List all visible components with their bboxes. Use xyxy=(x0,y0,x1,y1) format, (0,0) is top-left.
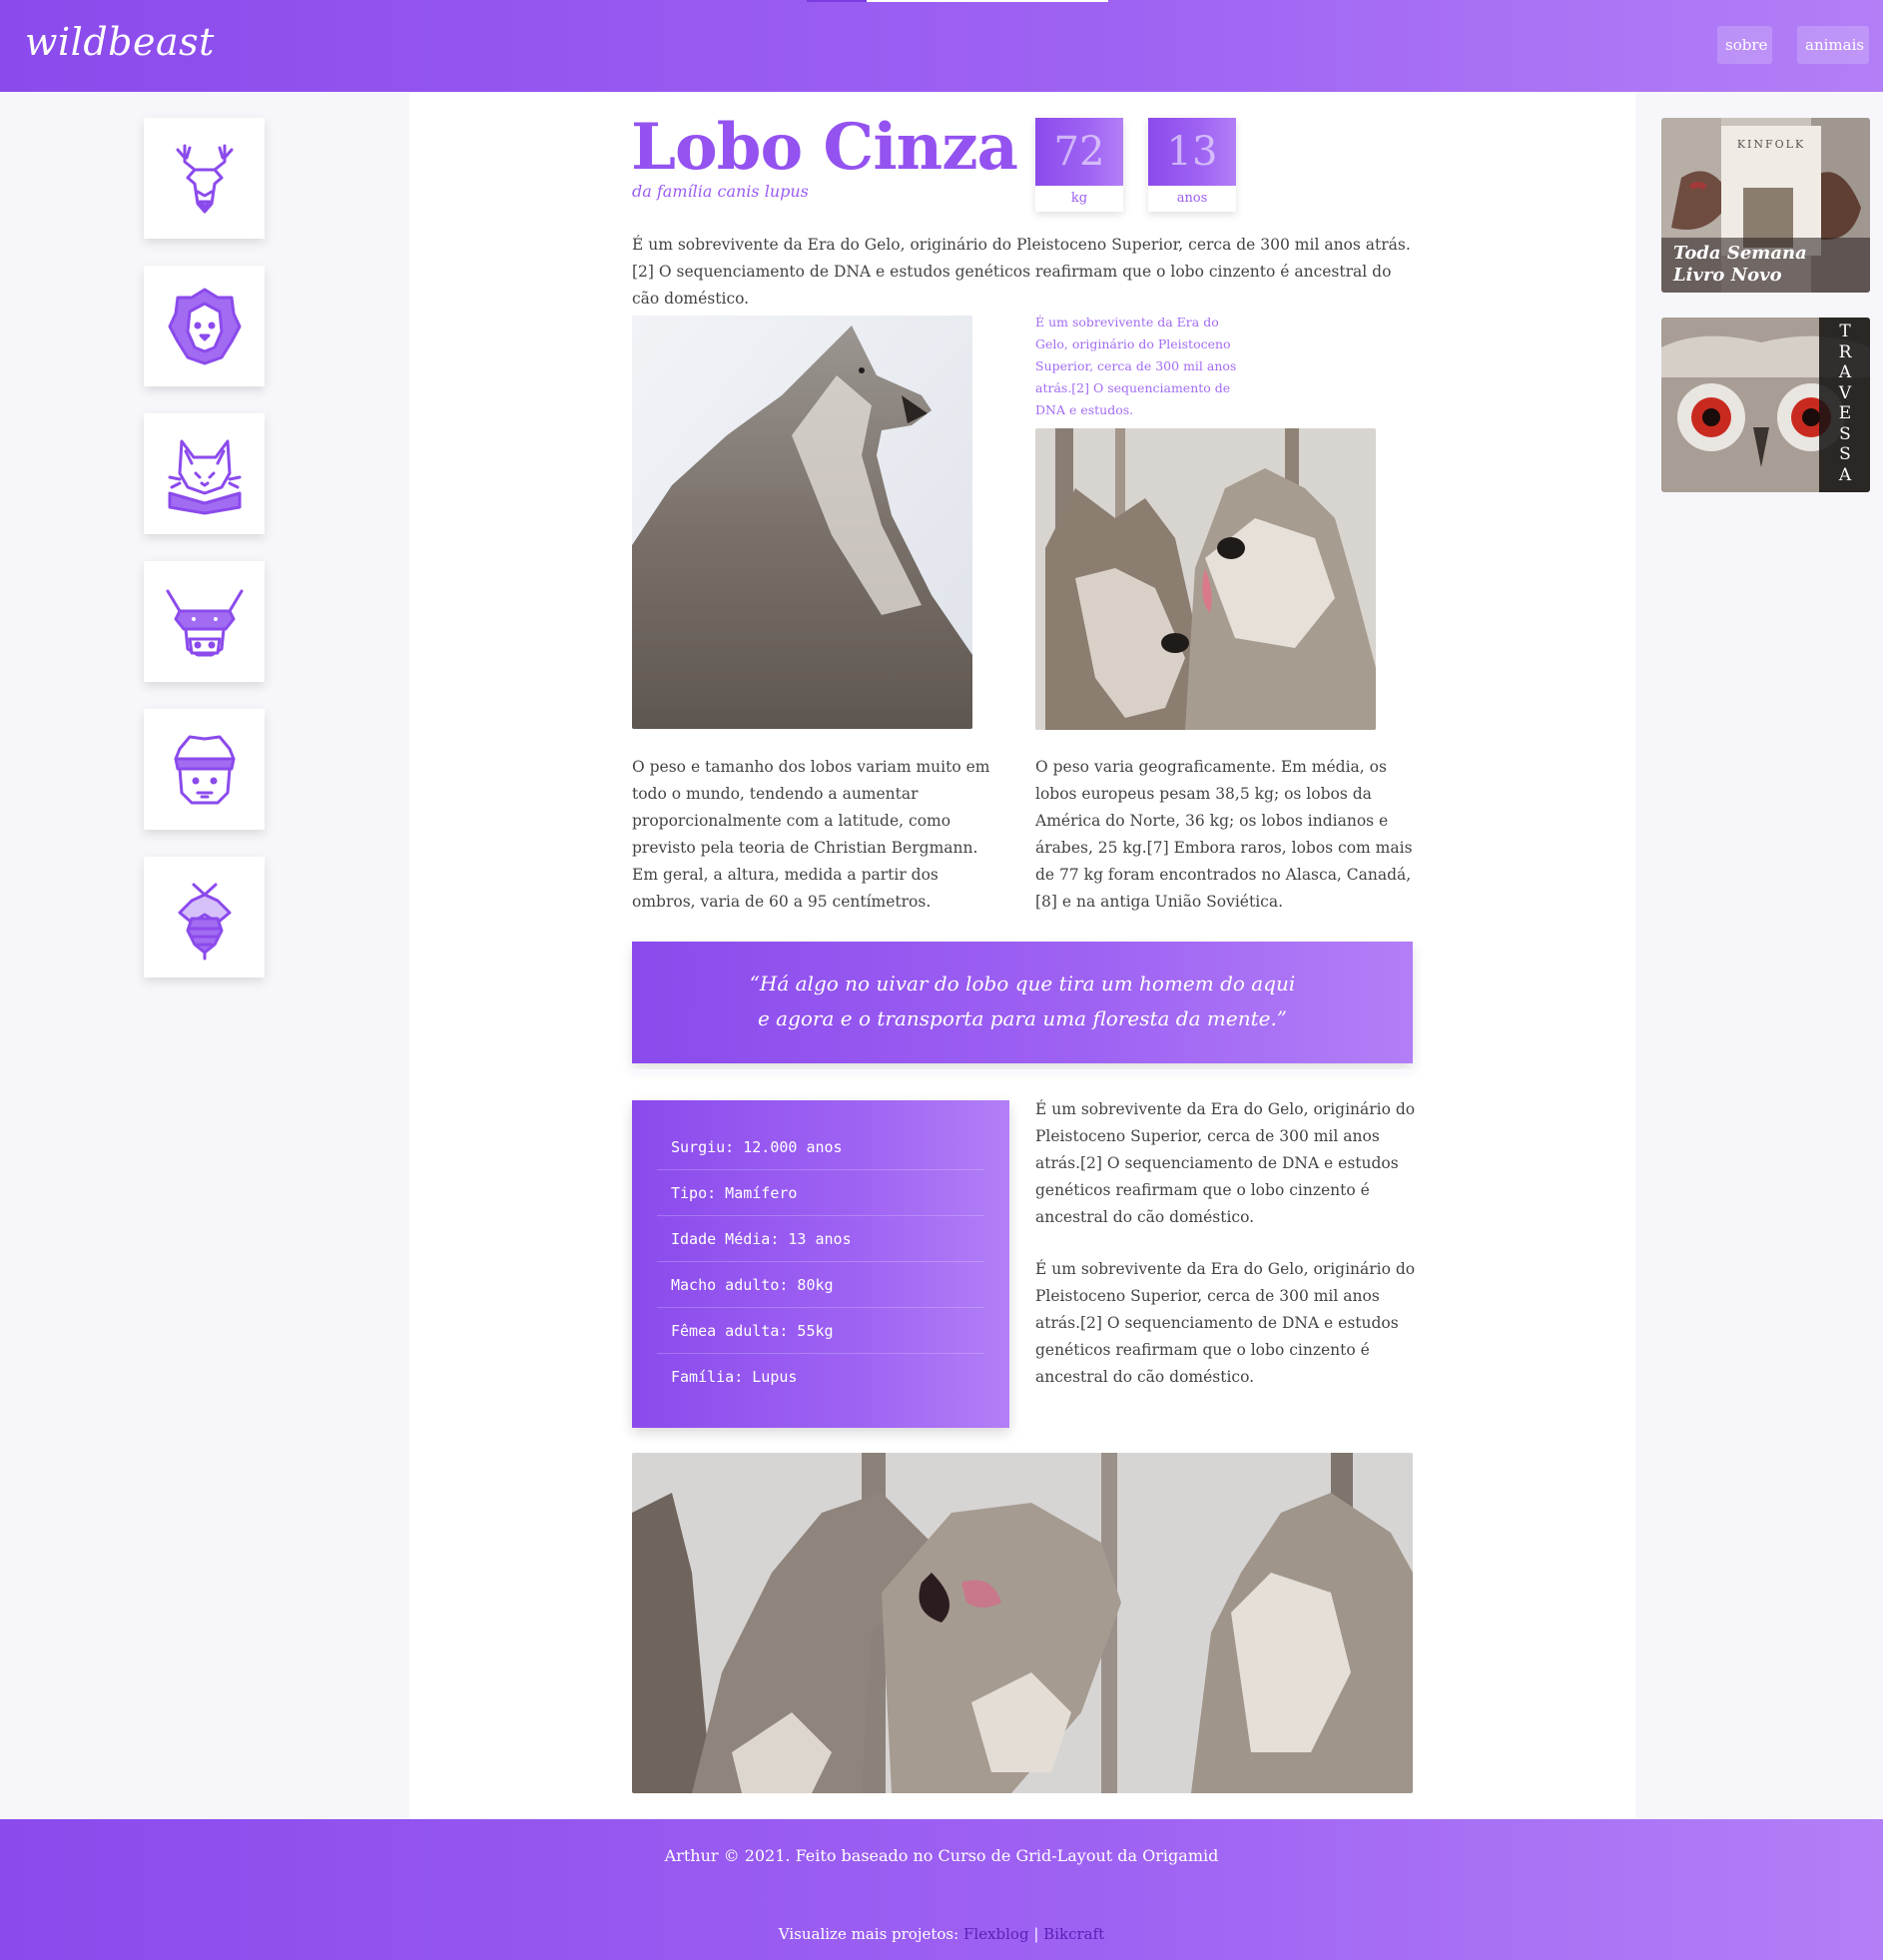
top-progress-line xyxy=(807,0,1108,2)
age-value: 13 xyxy=(1148,118,1236,186)
weight-size-paragraph: O peso e tamanho dos lobos variam muito … xyxy=(632,758,990,911)
footer-projects: Visualize mais projetos: Flexblog | Bikc… xyxy=(0,1925,1883,1943)
animal-sidebar xyxy=(0,92,409,1819)
kinfolk-caption: Toda Semana Livro Novo xyxy=(1661,238,1870,293)
cow-icon xyxy=(166,589,243,656)
kinfolk-ad[interactable]: KINFOLK Toda Semana Livro Novo xyxy=(1661,118,1870,293)
sidebar-item-lion[interactable] xyxy=(144,266,265,386)
fact-item: Surgiu: 12.000 anos xyxy=(657,1124,984,1170)
sheep-icon xyxy=(174,735,235,804)
site-footer: Arthur © 2021. Feito baseado no Curso de… xyxy=(0,1819,1883,1960)
footer-projects-label: Visualize mais projetos: xyxy=(778,1925,959,1943)
sidebar-item-cat[interactable] xyxy=(144,413,265,534)
quote-line-1: “Há algo no uivar do lobo que tira um ho… xyxy=(749,972,1296,995)
site-header: wildbeast sobre animais xyxy=(0,0,1883,92)
deer-icon xyxy=(176,144,233,213)
facts-side-paragraph-1: É um sobrevivente da Era do Gelo, origin… xyxy=(1035,1100,1416,1226)
wolves-pair-image xyxy=(1035,428,1376,730)
fact-item: Fêmea adulta: 55kg xyxy=(657,1308,984,1354)
site-logo[interactable]: wildbeast xyxy=(25,20,215,64)
main-content: Lobo Cinza da família canis lupus 72 kg … xyxy=(409,92,1635,1819)
quote-line-2: e agora e o transporta para uma floresta… xyxy=(757,1006,1288,1030)
travessa-ad[interactable]: TRAVESSA xyxy=(1661,318,1870,492)
footer-credit: Arthur © 2021. Feito baseado no Curso de… xyxy=(664,1846,1219,1865)
weight-unit: kg xyxy=(1070,191,1088,206)
kinfolk-brand: KINFOLK xyxy=(1736,138,1806,151)
lion-icon xyxy=(168,288,241,364)
flexblog-link[interactable]: Flexblog xyxy=(963,1925,1029,1943)
bikcraft-link[interactable]: Bikcraft xyxy=(1043,1925,1104,1943)
fact-item: Macho adulto: 80kg xyxy=(657,1262,984,1308)
sidebar-item-deer[interactable] xyxy=(144,118,265,239)
sidebar-item-sheep[interactable] xyxy=(144,709,265,830)
howling-wolf-image xyxy=(632,316,972,729)
page-title: Lobo Cinza xyxy=(631,110,1018,185)
fact-item: Idade Média: 13 anos xyxy=(657,1216,984,1262)
travessa-brand: TRAVESSA xyxy=(1838,322,1852,485)
regional-weight-paragraph: O peso varia geograficamente. Em média, … xyxy=(1035,758,1413,911)
kinfolk-caption-line-1: Toda Semana xyxy=(1673,243,1807,264)
sidebar-item-cow[interactable] xyxy=(144,561,265,682)
fact-item: Tipo: Mamífero xyxy=(657,1170,984,1216)
page-subtitle: da família canis lupus xyxy=(632,182,809,201)
facts-box: Surgiu: 12.000 anos Tipo: Mamífero Idade… xyxy=(632,1100,1009,1428)
ads-sidebar: KINFOLK Toda Semana Livro Novo TRAVESSA xyxy=(1635,92,1883,1819)
sidebar-item-bee[interactable] xyxy=(144,857,265,978)
footer-separator: | xyxy=(1033,1925,1039,1943)
bee-icon xyxy=(178,883,231,960)
cat-icon xyxy=(168,439,241,514)
intro-paragraph: É um sobrevivente da Era do Gelo, origin… xyxy=(632,236,1411,308)
facts-side-paragraph-2: É um sobrevivente da Era do Gelo, origin… xyxy=(1035,1260,1416,1386)
nav-sobre-button[interactable]: sobre xyxy=(1717,26,1772,64)
weight-stat: 72 kg xyxy=(1035,118,1123,212)
nav-animais-button[interactable]: animais xyxy=(1797,26,1869,64)
age-unit: anos xyxy=(1176,191,1208,206)
kinfolk-caption-line-2: Livro Novo xyxy=(1673,265,1782,286)
age-stat: 13 anos xyxy=(1148,118,1236,212)
aside-note: É um sobrevivente da Era do Gelo, origin… xyxy=(1035,315,1237,417)
weight-value: 72 xyxy=(1035,118,1123,186)
fact-item: Família: Lupus xyxy=(671,1368,798,1386)
wolf-quote: “Há algo no uivar do lobo que tira um ho… xyxy=(632,942,1413,1075)
wolf-pack-image xyxy=(632,1453,1413,1793)
